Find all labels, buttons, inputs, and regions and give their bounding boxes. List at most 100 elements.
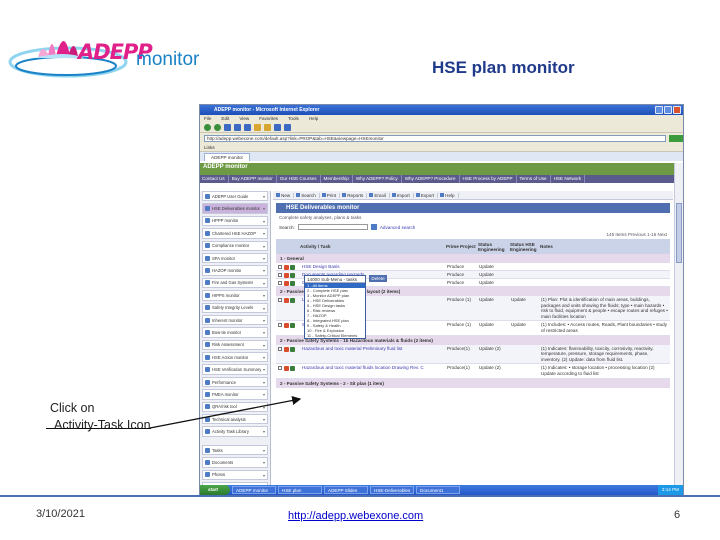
- chevron-down-icon[interactable]: ▾: [263, 448, 265, 453]
- go-button[interactable]: [669, 134, 683, 142]
- nav-link[interactable]: Our HSE Courses: [280, 175, 321, 183]
- search-go-icon[interactable]: [370, 224, 377, 230]
- col-activity[interactable]: Activity / Task: [300, 244, 446, 249]
- taskbar-item[interactable]: ADEPP monitor: [232, 486, 276, 494]
- taskbar-item[interactable]: ADEPP Slides: [324, 486, 368, 494]
- col-status-hse[interactable]: Status HSE Engineering: [510, 242, 540, 252]
- close-icon[interactable]: [673, 106, 681, 114]
- activity-task-icon[interactable]: [290, 323, 295, 329]
- sidebar-item[interactable]: Technical analysis ▾: [202, 414, 268, 425]
- chevron-down-icon[interactable]: ▾: [263, 219, 265, 224]
- nav-link[interactable]: HSE Process by ADEPP: [463, 175, 517, 183]
- sidebar-item[interactable]: Risk Assessment ▾: [202, 339, 268, 351]
- edit-icon[interactable]: [284, 346, 289, 352]
- address-input[interactable]: http://adepp.webexone.com/default.asp?li…: [204, 134, 666, 142]
- dropdown-option[interactable]: 11 - Safety-Critical Elements: [305, 333, 365, 338]
- chevron-down-icon[interactable]: ▾: [263, 429, 265, 434]
- sidebar-item[interactable]: Inherent monitor ▾: [202, 314, 268, 326]
- edit-icon[interactable]: [284, 273, 289, 278]
- chevron-down-icon[interactable]: ▾: [263, 268, 265, 273]
- chevron-down-icon[interactable]: ▾: [263, 355, 265, 360]
- activity-task-icon[interactable]: [290, 298, 295, 303]
- sidebar-item[interactable]: SPA monitor ▾: [202, 252, 268, 264]
- sidebar-item[interactable]: Activity Task Library ▾: [202, 426, 268, 437]
- activity-task-link[interactable]: HSE Design Basis: [300, 263, 446, 270]
- activity-task-icon[interactable]: [290, 346, 295, 352]
- forward-icon[interactable]: [214, 123, 221, 131]
- activity-task-icon[interactable]: [290, 265, 295, 270]
- sidebar-item[interactable]: Safety Integrity Levels ▾: [202, 302, 268, 313]
- row-checkbox[interactable]: [278, 346, 282, 351]
- chevron-down-icon[interactable]: ▾: [263, 293, 265, 298]
- row-checkbox[interactable]: [278, 273, 282, 277]
- activity-task-icon[interactable]: [290, 366, 295, 372]
- row-checkbox[interactable]: [278, 323, 282, 328]
- action-button[interactable]: Export: [415, 192, 439, 198]
- search-input[interactable]: [297, 224, 368, 230]
- scroll-thumb[interactable]: [676, 203, 682, 263]
- nav-link[interactable]: HSE Network: [554, 175, 586, 183]
- sidebar-item[interactable]: HIPPS monitor ▾: [202, 290, 268, 301]
- sidebar-item[interactable]: Bow-tie monitor ▾: [202, 327, 268, 338]
- stop-icon[interactable]: [224, 123, 231, 131]
- sidebar-item[interactable]: Photos ▾: [202, 469, 268, 480]
- sidebar-item[interactable]: HAZOP monitor ▾: [202, 265, 268, 276]
- back-icon[interactable]: [204, 123, 211, 131]
- action-button[interactable]: Import: [391, 192, 414, 198]
- tab-adepp-monitor[interactable]: ADEPP monitor: [204, 153, 251, 161]
- chevron-down-icon[interactable]: ▾: [263, 206, 265, 211]
- menu-view[interactable]: View: [239, 115, 249, 122]
- action-button[interactable]: Help: [440, 192, 459, 198]
- minimize-icon[interactable]: [655, 106, 663, 114]
- sidebar-item[interactable]: HSE Verification Summary ▾: [202, 364, 268, 375]
- favorites-icon[interactable]: [264, 123, 271, 131]
- sidebar-item[interactable]: HPPP monitor ▾: [202, 215, 268, 227]
- taskbar-item[interactable]: Document1: [416, 486, 460, 494]
- action-button[interactable]: Reports: [342, 192, 368, 198]
- start-button[interactable]: start: [200, 485, 230, 495]
- sidebar-item[interactable]: QRA/risk tool ▾: [202, 401, 268, 413]
- menu-edit[interactable]: Edit: [221, 115, 229, 122]
- edit-icon[interactable]: [284, 281, 289, 286]
- menu-help[interactable]: Help: [309, 115, 318, 122]
- sidebar-item[interactable]: Fire and Gas Systems ▾: [202, 277, 268, 289]
- col-status-eng[interactable]: Status Engineering: [478, 242, 510, 252]
- chevron-down-icon[interactable]: ▾: [263, 392, 265, 397]
- window-controls[interactable]: [655, 106, 681, 114]
- sidebar-item[interactable]: HSE Deliverables monitor ▾: [202, 203, 268, 214]
- page-scrollbar[interactable]: [674, 163, 683, 485]
- menu-file[interactable]: File: [204, 115, 211, 122]
- sidebar-item[interactable]: Compliance monitor ▾: [202, 240, 268, 251]
- chevron-down-icon[interactable]: ▾: [263, 380, 265, 385]
- nav-link[interactable]: Buy ADEPP monitor: [232, 175, 277, 183]
- col-notes[interactable]: Notes: [540, 244, 553, 249]
- nav-link[interactable]: Why ADEPP? Procedure: [405, 175, 460, 183]
- refresh-icon[interactable]: [234, 123, 241, 131]
- sidebar-item[interactable]: ADEPP User Guide ▾: [202, 191, 268, 202]
- action-button[interactable]: Email: [369, 192, 390, 198]
- action-button[interactable]: New: [276, 192, 295, 198]
- home-icon[interactable]: [244, 123, 251, 131]
- sidebar-item[interactable]: HSE Action monitor ▾: [202, 352, 268, 363]
- edit-icon[interactable]: [284, 323, 289, 329]
- mail-icon[interactable]: [274, 123, 281, 131]
- sidebar-item[interactable]: FMEA monitor ▾: [202, 389, 268, 400]
- action-button[interactable]: Search: [296, 192, 320, 198]
- menu-favorites[interactable]: Favorites: [259, 115, 278, 122]
- chevron-down-icon[interactable]: ▾: [263, 194, 265, 199]
- chevron-down-icon[interactable]: ▾: [263, 343, 265, 348]
- activity-task-link[interactable]: Hazardous and toxic material Preliminary…: [300, 345, 446, 364]
- taskbar-item[interactable]: HSE plan: [278, 486, 322, 494]
- edit-icon[interactable]: [284, 298, 289, 303]
- nav-link[interactable]: Terms of Use: [520, 175, 551, 183]
- col-prime[interactable]: Prime Project: [446, 244, 478, 249]
- activity-task-icon[interactable]: [290, 281, 295, 286]
- chevron-down-icon[interactable]: ▾: [263, 417, 265, 422]
- sidebar-item[interactable]: Chartered HSE HAZOP ▾: [202, 228, 268, 239]
- action-button[interactable]: Print: [321, 192, 341, 198]
- chevron-down-icon[interactable]: ▾: [263, 330, 265, 335]
- activity-task-link[interactable]: Hazardous and toxic material fluids loca…: [300, 364, 446, 377]
- chevron-down-icon[interactable]: ▾: [263, 256, 265, 261]
- row-checkbox[interactable]: [278, 298, 282, 302]
- sidebar-item[interactable]: Documents ▾: [202, 457, 268, 468]
